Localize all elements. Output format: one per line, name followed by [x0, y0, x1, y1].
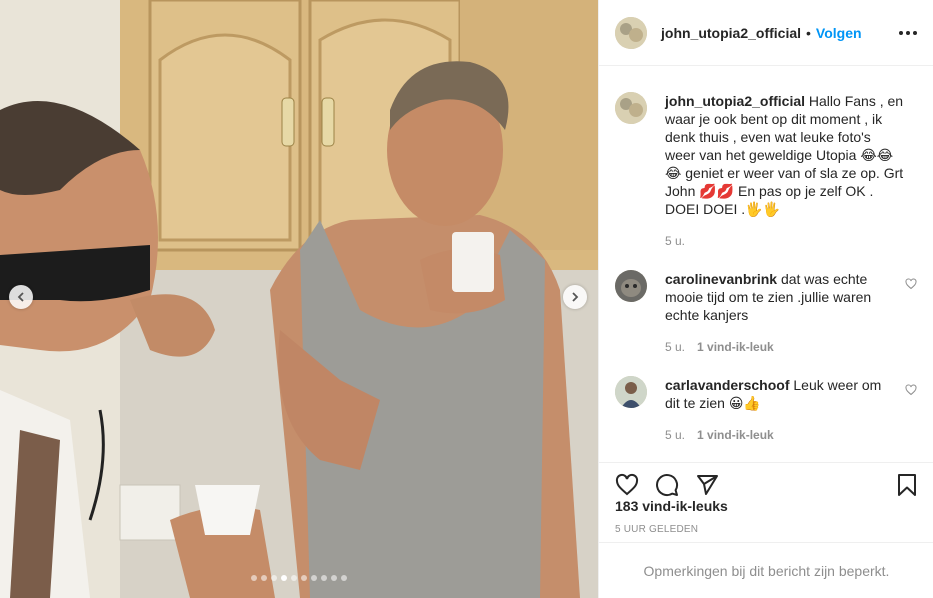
comment-meta: 5 u. [665, 232, 905, 250]
post-header: john_utopia2_official • Volgen [599, 0, 933, 66]
carousel-dot [291, 575, 297, 581]
avatar-image [615, 376, 647, 408]
post-media[interactable] [0, 0, 598, 598]
comment-time[interactable]: 5 u. [665, 232, 685, 250]
action-bar [599, 462, 933, 497]
likes-count[interactable]: 183 vind-ik-leuks [615, 498, 728, 514]
comment-likes[interactable]: 1 vind-ik-leuk [697, 426, 774, 444]
carousel-dot [331, 575, 337, 581]
comment-icon[interactable] [655, 473, 679, 497]
carousel-next-button[interactable] [563, 285, 587, 309]
carousel-dot [281, 575, 287, 581]
carousel-dot [311, 575, 317, 581]
carousel-dot [321, 575, 327, 581]
carousel-dot [341, 575, 347, 581]
carousel-prev-button[interactable] [9, 285, 33, 309]
more-options-icon[interactable] [899, 30, 917, 35]
header-separator: • [806, 24, 811, 41]
comment-text: Hallo Fans , en waar je ook bent op dit … [665, 93, 904, 217]
comment-meta: 5 u. 1 vind-ik-leuk [665, 426, 891, 444]
comment-username[interactable]: carolinevanbrink [665, 271, 777, 287]
comment-item: carolinevanbrink dat was echte mooie tij… [615, 270, 917, 356]
comment-like-heart-icon[interactable] [905, 278, 917, 290]
post-photo [0, 0, 598, 598]
commenter-avatar[interactable] [615, 270, 647, 302]
heart-icon[interactable] [615, 473, 639, 497]
comment-username[interactable]: carlavanderschoof [665, 377, 790, 393]
carousel-dot [271, 575, 277, 581]
carousel-dot [261, 575, 267, 581]
commenter-avatar[interactable] [615, 376, 647, 408]
bookmark-icon[interactable] [895, 473, 919, 497]
follow-button[interactable]: Volgen [816, 25, 862, 41]
avatar-image [615, 270, 647, 302]
post-sidebar: john_utopia2_official • Volgen john_utop… [598, 0, 933, 598]
comments-restricted-notice: Opmerkingen bij dit bericht zijn beperkt… [599, 542, 933, 598]
carousel-indicator [0, 575, 598, 581]
carousel-dot [301, 575, 307, 581]
comment-time[interactable]: 5 u. [665, 338, 685, 356]
author-avatar[interactable] [615, 16, 647, 49]
chevron-right-icon [572, 292, 579, 302]
instagram-post: john_utopia2_official • Volgen john_utop… [0, 0, 933, 598]
comment-likes[interactable]: 1 vind-ik-leuk [697, 338, 774, 356]
carousel-dot [251, 575, 257, 581]
comment-like-heart-icon[interactable] [905, 384, 917, 396]
comments-section: john_utopia2_official Hallo Fans , en wa… [599, 66, 933, 598]
comment-meta: 5 u. 1 vind-ik-leuk [665, 338, 891, 356]
chevron-left-icon [17, 292, 24, 302]
author-username[interactable]: john_utopia2_official [661, 25, 801, 41]
share-icon[interactable] [695, 473, 719, 497]
avatar-image [615, 16, 647, 49]
avatar-image [615, 92, 647, 124]
comment-username[interactable]: john_utopia2_official [665, 93, 805, 109]
author-avatar[interactable] [615, 92, 647, 124]
post-timestamp: 5 UUR GELEDEN [615, 524, 699, 535]
caption: john_utopia2_official Hallo Fans , en wa… [615, 92, 917, 250]
comment-time[interactable]: 5 u. [665, 426, 685, 444]
comment-item: carlavanderschoof Leuk weer om dit te zi… [615, 376, 917, 444]
